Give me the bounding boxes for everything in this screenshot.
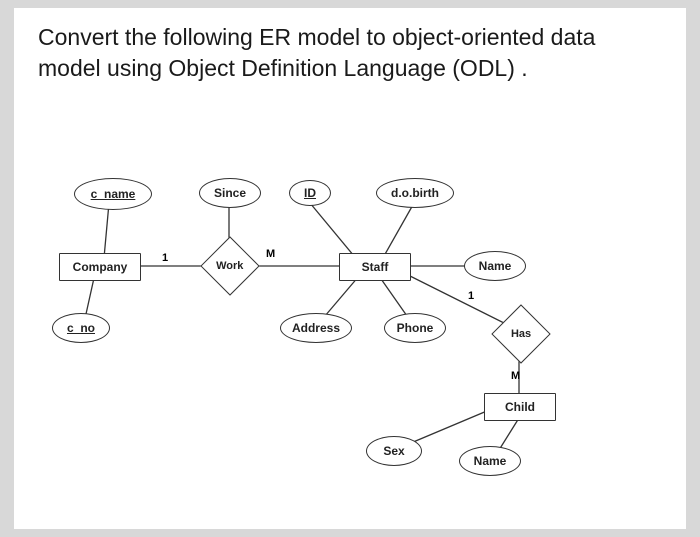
attr-phone: Phone bbox=[384, 313, 446, 343]
rel-has-label: Has bbox=[511, 328, 531, 340]
attr-c-no: c_no bbox=[52, 313, 110, 343]
attr-c-name: c_name bbox=[74, 178, 152, 210]
attr-since: Since bbox=[199, 178, 261, 208]
attr-since-label: Since bbox=[214, 186, 246, 200]
attr-sex-label: Sex bbox=[383, 444, 404, 458]
attr-phone-label: Phone bbox=[397, 321, 434, 335]
attr-c-no-label: c_no bbox=[67, 321, 95, 335]
attr-name: Name bbox=[464, 251, 526, 281]
attr-name-label: Name bbox=[479, 259, 512, 273]
er-diagram: c_name Since ID d.o.birth Company Work S… bbox=[14, 148, 686, 528]
entity-company-label: Company bbox=[73, 260, 128, 274]
attr-address-label: Address bbox=[292, 321, 340, 335]
card-work-staff: M bbox=[266, 248, 275, 260]
entity-company: Company bbox=[59, 253, 141, 281]
attr-child-name-label: Name bbox=[474, 454, 507, 468]
attr-sex: Sex bbox=[366, 436, 422, 466]
card-company-work: 1 bbox=[162, 252, 168, 264]
card-has-child: M bbox=[511, 370, 520, 382]
attr-id-label: ID bbox=[304, 186, 316, 200]
attr-dob: d.o.birth bbox=[376, 178, 454, 208]
attr-dob-label: d.o.birth bbox=[391, 186, 439, 200]
attr-id: ID bbox=[289, 180, 331, 206]
attr-child-name: Name bbox=[459, 446, 521, 476]
rel-work-label: Work bbox=[216, 260, 243, 272]
attr-c-name-label: c_name bbox=[91, 187, 136, 201]
entity-child-label: Child bbox=[505, 400, 535, 414]
entity-staff-label: Staff bbox=[362, 260, 389, 274]
card-staff-has: 1 bbox=[468, 290, 474, 302]
entity-staff: Staff bbox=[339, 253, 411, 281]
entity-child: Child bbox=[484, 393, 556, 421]
attr-address: Address bbox=[280, 313, 352, 343]
question-text: Convert the following ER model to object… bbox=[14, 8, 686, 94]
